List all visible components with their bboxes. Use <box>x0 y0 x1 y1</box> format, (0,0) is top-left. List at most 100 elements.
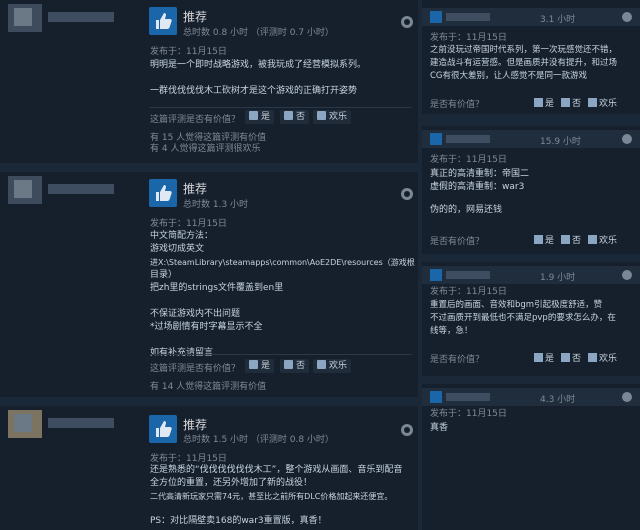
review-text: 中文简配方法： 游戏切成英文 进X:\SteamLibrary\steamapp… <box>150 230 415 360</box>
thumbs-up-icon <box>430 11 442 23</box>
funny-icon <box>588 353 597 362</box>
vote-funny-button[interactable]: 欢乐 <box>588 96 617 109</box>
review-line: 真正的高清重制：帝国二 <box>430 169 530 179</box>
mini-review-card: 1.9 小时 发布于：11月15日 重置后的画面、音效和bgm引起极度舒适，赞 … <box>422 262 640 376</box>
mini-review-card: 15.9 小时 发布于：11月15日 真正的高清重制：帝国二 虚假的高清重制：w… <box>422 126 640 254</box>
avatar[interactable] <box>8 410 42 438</box>
review-line: 进X:\SteamLibrary\steamapps\common\AoE2DE… <box>150 258 415 267</box>
mini-review-header: 15.9 小时 <box>422 130 640 148</box>
vote-yes-button[interactable]: 是 <box>534 96 554 109</box>
vote-funny-button[interactable]: 欢乐 <box>588 351 617 364</box>
post-date: 发布于：11月15日 <box>430 33 507 43</box>
review-line: 不保证游戏内不出问题 <box>150 309 241 319</box>
review-line: 中文简配方法： <box>150 231 214 241</box>
mini-review-header: 1.9 小时 <box>422 266 640 284</box>
review-text: 真正的高清重制：帝国二 虚假的高清重制：war3 伪的的，网易还钱 <box>430 168 632 217</box>
thumbs-up-icon <box>534 353 543 362</box>
post-date: 发布于：11月15日 <box>150 454 227 464</box>
thumbs-up-icon <box>534 98 543 107</box>
divider <box>150 107 412 108</box>
review-text: 还是熟悉的“伐伐伐伐伐伐木工”，整个游戏从画面、音乐到配音 全方位的重置，还另外… <box>150 464 416 528</box>
reviewer-name[interactable] <box>48 12 114 22</box>
reviewer-name[interactable] <box>446 13 490 21</box>
recommend-label: 推荐 <box>183 10 208 24</box>
playtime: 1.9 小时 <box>540 273 576 283</box>
reviewer[interactable] <box>0 172 140 208</box>
recommend-label: 推荐 <box>183 182 208 196</box>
vote-yes-button[interactable]: 是 <box>534 351 554 364</box>
vote-yes-button[interactable]: 是 <box>534 233 554 246</box>
playtime: 总时数 1.3 小时 <box>183 200 249 210</box>
avatar[interactable] <box>8 4 42 32</box>
review-line: 把zh里的strings文件覆盖到en里 <box>150 283 284 293</box>
thumbs-up-icon <box>430 391 442 403</box>
playtime: 15.9 小时 <box>540 137 581 147</box>
reviewer-name[interactable] <box>446 393 490 401</box>
vote-funny-button[interactable]: 欢乐 <box>313 359 352 373</box>
review-line: 二代高清新玩家只需74元，甚至比之前所有DLC价格加起来还便宜。 <box>150 492 393 501</box>
reviewer-name[interactable] <box>446 271 490 279</box>
thumbs-down-icon <box>561 98 570 107</box>
reviewer[interactable] <box>0 0 140 36</box>
thumbs-down-icon <box>284 360 293 369</box>
reviewer-name[interactable] <box>48 184 114 194</box>
reviewer-name[interactable] <box>446 135 490 143</box>
vote-no-button[interactable]: 否 <box>280 110 310 124</box>
review-line: 重置后的画面、音效和bgm引起极度舒适，赞 <box>430 300 603 310</box>
vote-no-button[interactable]: 否 <box>561 96 581 109</box>
review-line: 全方位的重置，还另外增加了新的战役！ <box>150 478 313 488</box>
steam-icon <box>401 16 413 28</box>
vote-funny-button[interactable]: 欢乐 <box>313 110 352 124</box>
thumbs-up-icon <box>149 415 177 443</box>
vote-no-button[interactable]: 否 <box>280 359 310 373</box>
post-date: 发布于：11月15日 <box>430 287 507 297</box>
avatar[interactable] <box>8 176 42 204</box>
review-card: 推荐 总时数 1.5 小时 （评测时 0.8 小时） 发布于：11月15日 还是… <box>0 406 418 530</box>
steam-icon <box>622 392 632 402</box>
reviewer-name[interactable] <box>48 418 114 428</box>
thumbs-down-icon <box>284 111 293 120</box>
funny-count: 有 4 人觉得这篇评测很欢乐 <box>150 144 261 154</box>
helpful-question: 是否有价值？ <box>430 100 485 110</box>
vote-yes-button[interactable]: 是 <box>245 359 275 373</box>
review-card: 推荐 总时数 1.3 小时 发布于：11月15日 中文简配方法： 游戏切成英文 … <box>0 172 418 397</box>
review-line <box>150 295 415 308</box>
playtime: 总时数 1.5 小时 （评测时 0.8 小时） <box>183 435 334 445</box>
steam-icon <box>622 134 632 144</box>
thumbs-up-icon <box>534 235 543 244</box>
review-line: 一群伐伐伐伐木工砍树才是这个游戏的正确打开姿势 <box>150 86 358 96</box>
vote-yes-button[interactable]: 是 <box>245 110 275 124</box>
review-line: 之前没玩过帝国时代系列，第一次玩感觉还不错， <box>430 45 618 55</box>
review-line: 游戏切成英文 <box>150 244 205 254</box>
post-date: 发布于：11月15日 <box>150 47 227 57</box>
review-line <box>150 334 415 347</box>
divider <box>150 354 412 355</box>
review-text: 重置后的画面、音效和bgm引起极度舒适，赞 不过画质开到最低也不满足pvp的要求… <box>430 299 632 338</box>
playtime: 4.3 小时 <box>540 395 576 405</box>
review-line: PS：对比隔壁卖168的war3重置版，真香！ <box>150 516 327 526</box>
funny-icon <box>588 235 597 244</box>
review-line <box>150 503 416 515</box>
vote-no-button[interactable]: 否 <box>561 233 581 246</box>
review-text: 真香 <box>430 422 632 435</box>
funny-icon <box>588 98 597 107</box>
steam-icon <box>622 12 632 22</box>
thumbs-up-icon <box>430 133 442 145</box>
playtime: 3.1 小时 <box>540 15 576 25</box>
vote-no-button[interactable]: 否 <box>561 351 581 364</box>
review-line: 还是熟悉的“伐伐伐伐伐伐木工”，整个游戏从画面、音乐到配音 <box>150 465 403 475</box>
thumbs-up-icon <box>149 179 177 207</box>
playtime: 总时数 0.8 小时 （评测时 0.7 小时） <box>183 28 334 38</box>
review-line: CG有很大差别，让人感觉不是同一款游戏 <box>430 71 588 81</box>
recent-reviews-column: 3.1 小时 发布于：11月15日 之前没玩过帝国时代系列，第一次玩感觉还不错，… <box>422 0 640 530</box>
funny-icon <box>317 111 326 120</box>
mini-review-header: 3.1 小时 <box>422 8 640 26</box>
helpful-count: 有 14 人觉得这篇评测有价值 <box>150 382 267 392</box>
mini-review-card: 4.3 小时 发布于：11月15日 真香 <box>422 384 640 530</box>
review-line: 伪的的，网易还钱 <box>430 205 503 215</box>
funny-icon <box>317 360 326 369</box>
reviewer[interactable] <box>0 406 140 442</box>
vote-funny-button[interactable]: 欢乐 <box>588 233 617 246</box>
review-line <box>430 194 632 204</box>
review-line: 明明是一个即时战略游戏，被我玩成了经营模拟系列。 <box>150 60 367 70</box>
